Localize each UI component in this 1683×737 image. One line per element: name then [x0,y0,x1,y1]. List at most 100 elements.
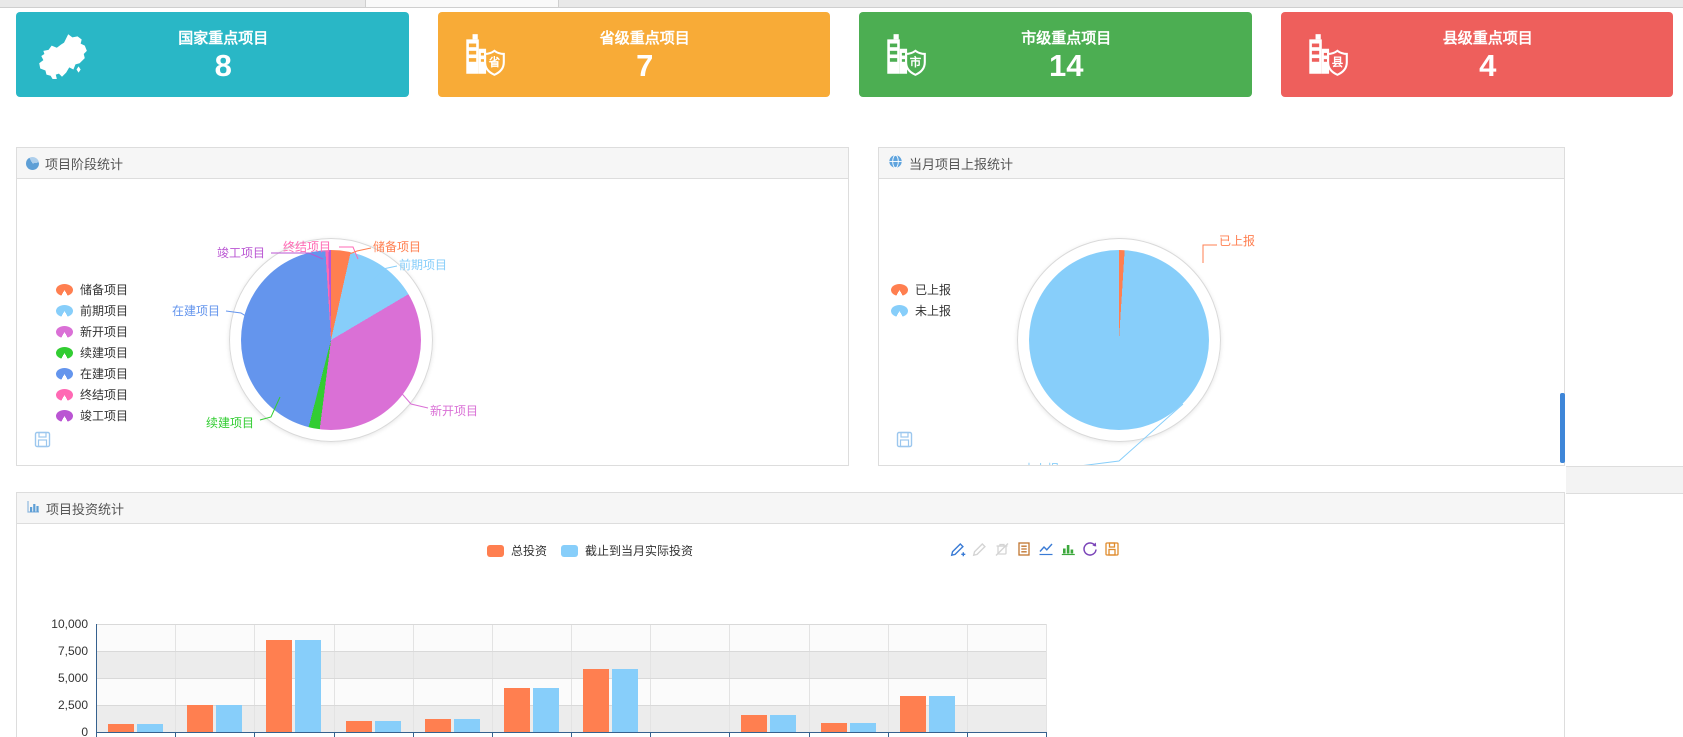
bar-总投资[interactable] [900,696,926,732]
investment-legend: 总投资截止到当月实际投资 [487,540,693,561]
switch-line-icon[interactable] [1037,540,1055,558]
legend-item[interactable]: 竣工项目 [56,405,128,426]
bar-截止到当月实际投资[interactable] [137,724,163,732]
axis-tick [809,732,810,737]
save-as-image-icon[interactable] [34,431,51,453]
pie-slice-label: 未上报 [1023,461,1059,465]
city-shield-icon: 市 [859,30,951,80]
bar-总投资[interactable] [504,688,530,732]
legend-item[interactable]: 未上报 [891,300,951,321]
legend-item[interactable]: 储备项目 [56,279,128,300]
bar-截止到当月实际投资[interactable] [612,669,638,732]
pie-slice-label: 前期项目 [399,257,447,272]
axis-tick [96,732,97,737]
stat-card-title: 市级重点项目 [951,27,1182,48]
legend-item[interactable]: 终结项目 [56,384,128,405]
bar-截止到当月实际投资[interactable] [770,715,796,732]
mark-clear-icon[interactable] [993,540,1011,558]
pie-slice-label: 竣工项目 [217,245,265,260]
stat-card[interactable]: 省 省级重点项目 7 [438,12,831,97]
axis-tick [650,732,651,737]
bar-截止到当月实际投资[interactable] [533,688,559,732]
axis-tick [492,732,493,737]
y-axis-line [96,624,97,732]
bar-总投资[interactable] [821,723,847,732]
horizontal-gridline [96,678,1046,679]
pie-slice-label: 已上报 [1219,233,1255,248]
axis-tick [729,732,730,737]
investment-bar-chart: 总投资截止到当月实际投资 10,0007,5005,0002,5000上街区二七… [17,524,1564,737]
legend-swatch [56,347,73,359]
panel-project-stage: 项目阶段统计 储备项目前期项目新开项目续建项目在建项目终结项目竣工项目 终结项目… [16,147,849,466]
bar-总投资[interactable] [425,719,451,732]
bar-chart-icon [26,500,40,517]
bar-截止到当月实际投资[interactable] [375,721,401,732]
legend-swatch [487,545,504,557]
restore-icon[interactable] [1081,540,1099,558]
horizontal-gridline [96,651,1046,652]
mark-undo-icon[interactable] [971,540,989,558]
panel-monthly-report: 当月项目上报统计 已上报未上报 已上报未上报 [878,147,1565,466]
report-pie-legend: 已上报未上报 [891,279,951,321]
legend-label: 终结项目 [80,386,128,403]
y-axis-label: 5,000 [26,671,88,685]
browser-tab-edge [365,0,559,7]
mark-icon[interactable] [949,540,967,558]
bar-总投资[interactable] [741,715,767,732]
bar-总投资[interactable] [583,669,609,732]
stage-pie-chart[interactable] [241,250,421,430]
axis-tick [254,732,255,737]
bar-总投资[interactable] [346,721,372,732]
legend-swatch [56,326,73,338]
scrollbar-thumb[interactable] [1560,393,1565,463]
save-as-image-icon[interactable] [896,431,913,453]
stat-card-title: 县级重点项目 [1373,27,1604,48]
legend-item[interactable]: 在建项目 [56,363,128,384]
browser-tab-strip [0,0,1683,8]
stat-card-value: 7 [530,49,761,83]
bar-截止到当月实际投资[interactable] [454,719,480,732]
legend-item[interactable]: 新开项目 [56,321,128,342]
report-pie-chart[interactable] [1029,250,1209,430]
stat-card-value: 4 [1373,49,1604,83]
bar-截止到当月实际投资[interactable] [850,723,876,732]
legend-item[interactable]: 已上报 [891,279,951,300]
legend-swatch [56,368,73,380]
save-image-icon[interactable] [1103,540,1121,558]
stat-card[interactable]: 国家重点项目 8 [16,12,409,97]
county-shield-icon: 县 [1281,30,1373,80]
panel-header: 项目阶段统计 [17,148,848,179]
legend-item[interactable]: 续建项目 [56,342,128,363]
cutoff-panel-header [1566,466,1683,494]
y-axis-label: 2,500 [26,698,88,712]
legend-label: 新开项目 [80,323,128,340]
pie-chart-icon [26,157,39,170]
bar-总投资[interactable] [108,724,134,732]
pie-slice-label: 续建项目 [206,416,254,430]
legend-label: 前期项目 [80,302,128,319]
stat-card-title: 省级重点项目 [530,27,761,48]
axis-tick [1046,732,1047,737]
bar-截止到当月实际投资[interactable] [929,696,955,732]
data-view-icon[interactable] [1015,540,1033,558]
legend-item[interactable]: 总投资 [487,540,547,561]
axis-tick [967,732,968,737]
dashboard: 国家重点项目 8 省 省级重点项目 7 [0,0,1683,737]
axis-tick [334,732,335,737]
bar-截止到当月实际投资[interactable] [216,705,242,732]
pie-slice-label: 新开项目 [430,403,478,418]
bar-总投资[interactable] [266,640,292,732]
legend-item[interactable]: 前期项目 [56,300,128,321]
legend-item[interactable]: 截止到当月实际投资 [561,540,693,561]
stat-card-value: 8 [108,49,339,83]
globe-icon [888,154,903,172]
axis-tick [413,732,414,737]
legend-swatch [56,284,73,296]
bar-总投资[interactable] [187,705,213,732]
bar-截止到当月实际投资[interactable] [295,640,321,732]
legend-swatch [891,284,908,296]
switch-bar-icon[interactable] [1059,540,1077,558]
stat-card[interactable]: 县 县级重点项目 4 [1281,12,1674,97]
legend-label: 已上报 [915,281,951,298]
stat-card[interactable]: 市 市级重点项目 14 [859,12,1252,97]
